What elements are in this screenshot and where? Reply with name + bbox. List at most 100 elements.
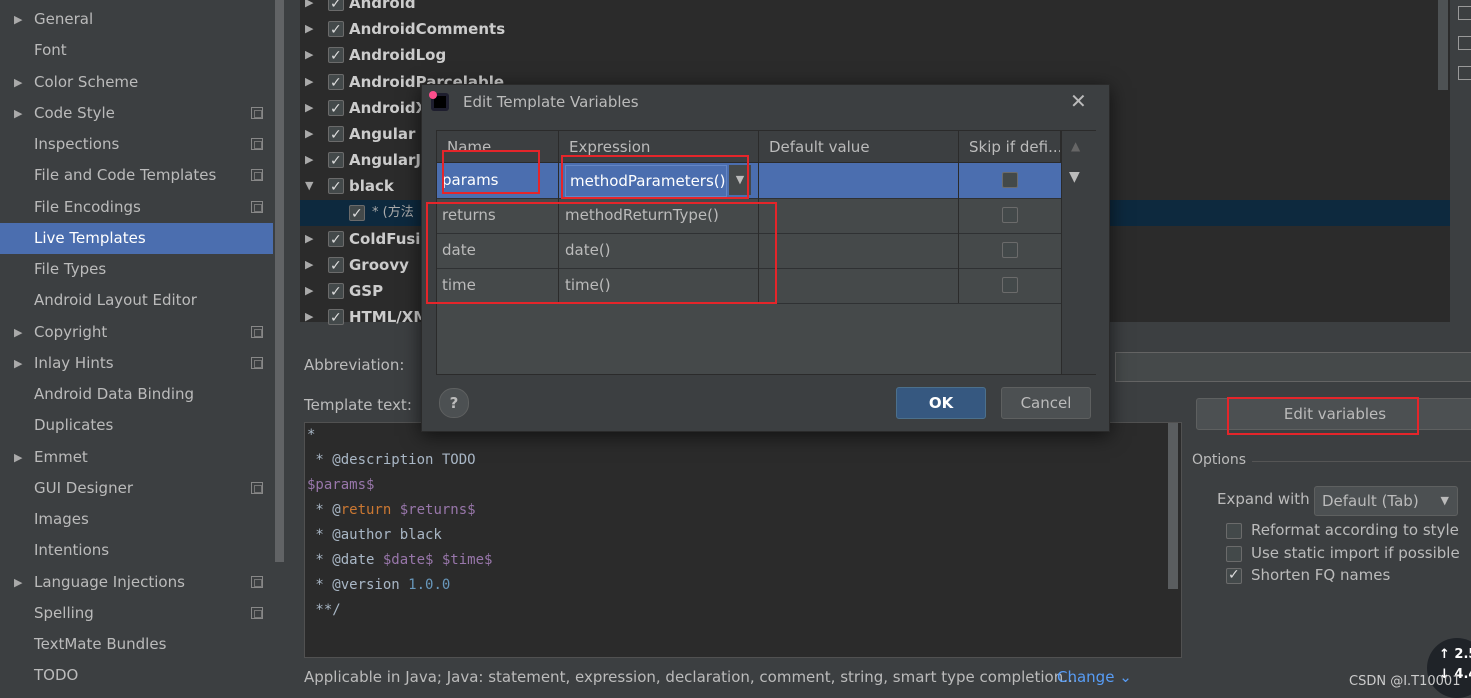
expand-arrow-icon[interactable]: ▶ (14, 567, 22, 598)
expand-arrow-icon[interactable]: ▶ (305, 304, 313, 330)
expand-arrow-icon[interactable]: ▶ (305, 278, 313, 304)
close-icon[interactable]: ✕ (1070, 89, 1087, 113)
help-button[interactable]: ? (439, 388, 469, 418)
sidebar-item-label: General (34, 10, 94, 28)
sidebar-item[interactable]: File Types (0, 254, 285, 285)
applicable-contexts: Applicable in Java; Java: statement, exp… (304, 668, 1078, 686)
sidebar-item[interactable]: ▶ Code Style (0, 98, 285, 129)
enabled-checkbox[interactable] (328, 43, 344, 69)
sidebar-item[interactable]: Live Templates (0, 222, 285, 254)
sidebar-item[interactable]: Duplicates (0, 410, 285, 441)
expand-arrow-icon[interactable]: ▶ (305, 252, 313, 278)
enabled-checkbox[interactable] (328, 305, 344, 331)
template-group[interactable]: ▶ AndroidLog (300, 42, 1450, 69)
template-text-editor[interactable]: * * @description TODO $params$ * @return … (304, 422, 1182, 658)
cancel-button[interactable]: Cancel (1001, 387, 1091, 419)
template-group[interactable]: ▶ AndroidComments (300, 16, 1450, 43)
move-up-icon[interactable]: ▲ (1071, 139, 1080, 153)
skip-if-defined-checkbox[interactable] (1002, 207, 1018, 223)
expand-with-select[interactable]: Default (Tab) ▼ (1314, 486, 1458, 516)
expand-arrow-icon[interactable]: ▶ (305, 226, 313, 252)
column-header-skip[interactable]: Skip if defi... (959, 131, 1061, 163)
enabled-checkbox[interactable] (328, 70, 344, 96)
expand-arrow-icon[interactable]: ▶ (14, 98, 22, 129)
expand-arrow-icon[interactable]: ▶ (14, 442, 22, 473)
code-token: * @version (307, 577, 409, 593)
default-value-cell[interactable] (759, 163, 959, 198)
code-token: * @author black (307, 527, 442, 543)
skip-if-defined-checkbox[interactable] (1002, 277, 1018, 293)
restore-icon[interactable] (1458, 66, 1471, 80)
sidebar-item[interactable]: Font (0, 35, 285, 66)
enabled-checkbox[interactable] (328, 17, 344, 43)
option-checkbox[interactable] (1226, 545, 1242, 562)
change-contexts-link[interactable]: Change ⌄ (1057, 668, 1132, 686)
sidebar-item-label: Images (34, 510, 89, 528)
abbreviation-input[interactable] (1115, 352, 1471, 382)
table-scrollbar[interactable] (1061, 131, 1096, 374)
sidebar-item[interactable]: Android Layout Editor (0, 285, 285, 316)
sidebar-item[interactable]: ▶ Color Scheme (0, 67, 285, 98)
sidebar-item[interactable]: Android Data Binding (0, 379, 285, 410)
enabled-checkbox[interactable] (328, 253, 344, 279)
code-token: **/ (307, 602, 341, 618)
sidebar-scrollbar-thumb[interactable] (275, 0, 284, 562)
sidebar-item[interactable]: File Encodings (0, 192, 285, 223)
default-value-cell[interactable] (759, 198, 959, 233)
column-header-default-value[interactable]: Default value (759, 131, 959, 163)
editor-scrollbar[interactable] (1168, 423, 1178, 589)
enabled-checkbox[interactable] (328, 227, 344, 253)
expand-arrow-icon[interactable]: ▶ (14, 348, 22, 379)
template-group[interactable]: ▶ Android (300, 0, 1450, 17)
expand-arrow-icon[interactable]: ▶ (14, 67, 22, 98)
expand-arrow-icon[interactable]: ▶ (305, 147, 313, 173)
enabled-checkbox[interactable] (328, 122, 344, 148)
enabled-checkbox[interactable] (328, 174, 344, 200)
default-value-cell[interactable] (759, 233, 959, 268)
enabled-checkbox[interactable] (328, 96, 344, 122)
code-line: * (307, 423, 315, 448)
sidebar-item[interactable]: GUI Designer (0, 473, 285, 504)
enabled-checkbox[interactable] (349, 201, 365, 227)
add-icon[interactable] (1458, 6, 1471, 20)
sidebar-item[interactable]: Spelling (0, 598, 285, 629)
sidebar-item[interactable]: ▶ Language Injections (0, 567, 285, 598)
option-checkbox[interactable] (1226, 564, 1242, 586)
skip-if-defined-checkbox[interactable] (1002, 242, 1018, 258)
sidebar-item[interactable]: ▶ General (0, 4, 285, 35)
sidebar-item[interactable]: File and Code Templates (0, 160, 285, 191)
sidebar-item[interactable]: Inspections (0, 129, 285, 160)
expand-arrow-icon[interactable]: ▼ (305, 173, 313, 199)
tree-scrollbar-thumb[interactable] (1438, 0, 1448, 90)
sidebar-item[interactable]: Intentions (0, 535, 285, 566)
code-token: * (307, 427, 316, 443)
enabled-checkbox[interactable] (328, 0, 344, 17)
code-token: $returns$ (399, 502, 476, 518)
enabled-checkbox[interactable] (328, 148, 344, 174)
expand-arrow-icon[interactable]: ▶ (305, 16, 313, 42)
default-value-cell[interactable] (759, 268, 959, 303)
enabled-checkbox[interactable] (328, 279, 344, 305)
skip-if-defined-checkbox[interactable] (1002, 172, 1018, 188)
sidebar-item[interactable]: ▶ Emmet (0, 442, 285, 473)
sidebar-item[interactable]: TODO (0, 660, 285, 691)
ok-button[interactable]: OK (896, 387, 986, 419)
sidebar-item[interactable]: Images (0, 504, 285, 535)
move-down-icon[interactable]: ▼ (1069, 169, 1080, 185)
expand-arrow-icon[interactable]: ▶ (14, 4, 22, 35)
duplicate-icon[interactable] (1458, 36, 1471, 50)
sidebar-item[interactable]: ▶ Copyright (0, 317, 285, 348)
expand-arrow-icon[interactable]: ▶ (305, 42, 313, 68)
option-checkbox[interactable] (1226, 523, 1242, 539)
code-line: * @author black (307, 523, 442, 548)
sidebar-item-label: Copyright (34, 322, 108, 341)
expand-arrow-icon[interactable]: ▶ (305, 69, 313, 95)
expand-arrow-icon[interactable]: ▶ (305, 121, 313, 147)
expand-arrow-icon[interactable]: ▶ (14, 317, 22, 348)
sidebar-item[interactable]: TextMate Bundles (0, 629, 285, 660)
expand-arrow-icon[interactable]: ▶ (305, 95, 313, 121)
expand-arrow-icon[interactable]: ▶ (305, 0, 313, 16)
sidebar-item[interactable]: ▶ Inlay Hints (0, 348, 285, 379)
template-name: AngularJS (349, 151, 432, 170)
